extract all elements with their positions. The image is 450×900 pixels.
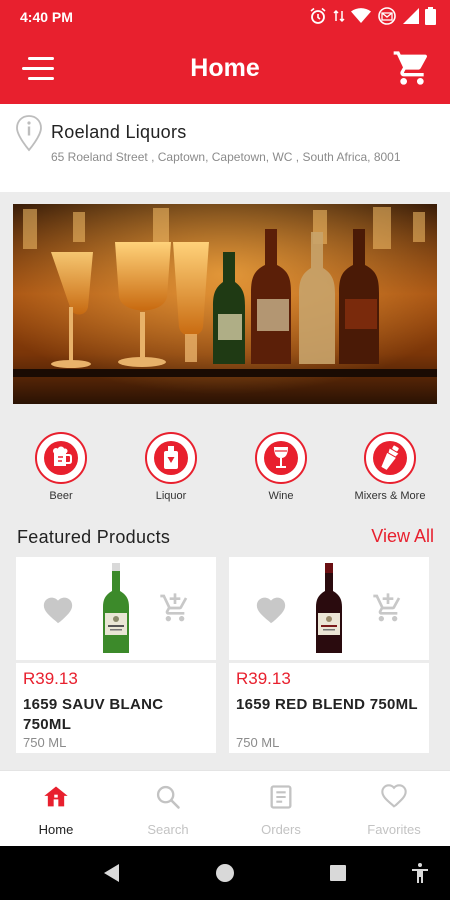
- store-card[interactable]: Roeland Liquors 65 Roeland Street , Capt…: [0, 104, 450, 192]
- wine-bottle-white-image: [103, 563, 129, 653]
- category-liquor[interactable]: Liquor: [121, 432, 221, 502]
- product-image-area: [229, 557, 429, 660]
- product-image-area: [16, 557, 216, 660]
- cart-button[interactable]: [392, 48, 432, 88]
- recents-icon[interactable]: [326, 861, 350, 885]
- nav-label: Home: [38, 822, 74, 837]
- nav-orders[interactable]: Orders: [225, 771, 337, 837]
- heart-icon: [381, 784, 407, 808]
- product-name: 1659 SAUV BLANC 750ML: [23, 696, 164, 733]
- signal-icon: [403, 8, 419, 24]
- back-icon[interactable]: [100, 861, 124, 885]
- nav-label: Favorites: [367, 822, 421, 837]
- search-icon: [156, 785, 180, 809]
- mail-icon: [378, 7, 396, 25]
- alarm-icon: [310, 7, 326, 24]
- accessibility-icon[interactable]: [408, 861, 432, 885]
- product-size: 750 ML: [236, 735, 280, 750]
- wine-glass-icon: [274, 447, 288, 468]
- system-navigation-bar: [0, 846, 450, 900]
- bottom-navigation: Home Search Orders Favorites: [0, 770, 450, 846]
- product-price: R39.13: [23, 669, 78, 688]
- store-address: 65 Roeland Street , Captown, Capetown, W…: [51, 150, 401, 164]
- liquor-bottle-icon: [164, 446, 178, 469]
- add-to-cart-icon[interactable]: [159, 592, 191, 624]
- favorite-heart-icon[interactable]: [41, 593, 75, 625]
- shaker-icon: [381, 445, 399, 470]
- add-to-cart-icon[interactable]: [372, 592, 404, 624]
- category-list: Beer Liquor Wine Mixers & More: [0, 432, 450, 512]
- home-circle-icon[interactable]: [213, 861, 237, 885]
- nav-home[interactable]: Home: [0, 771, 112, 837]
- app-bar: Home: [0, 34, 450, 104]
- data-transfer-icon: [333, 9, 345, 23]
- promo-banner-image: [13, 204, 437, 404]
- beer-icon: [53, 446, 72, 466]
- product-price: R39.13: [236, 669, 291, 688]
- category-beer[interactable]: Beer: [11, 432, 111, 502]
- product-size: 750 ML: [23, 735, 67, 750]
- product-info: R39.13 1659 RED BLEND 750ML 750 ML: [229, 663, 429, 753]
- orders-icon: [270, 785, 292, 809]
- status-time: 4:40 PM: [20, 9, 73, 25]
- category-label: Beer: [49, 490, 73, 502]
- category-label: Mixers & More: [354, 490, 426, 502]
- battery-icon: [425, 7, 436, 25]
- category-mixers[interactable]: Mixers & More: [340, 432, 440, 502]
- product-name: 1659 RED BLEND 750ML: [236, 696, 418, 713]
- wifi-icon: [351, 8, 371, 23]
- cart-icon: [393, 51, 428, 85]
- home-icon: [44, 786, 68, 807]
- featured-products-title: Featured Products: [17, 527, 171, 547]
- category-wine[interactable]: Wine: [231, 432, 331, 502]
- wine-bottle-red-image: [316, 563, 342, 653]
- nav-label: Orders: [261, 822, 301, 837]
- page-title: Home: [190, 54, 260, 82]
- status-icons: [309, 7, 436, 25]
- store-name: Roeland Liquors: [51, 122, 187, 142]
- favorite-heart-icon[interactable]: [254, 593, 288, 625]
- category-label: Wine: [268, 490, 294, 502]
- product-card[interactable]: R39.13 1659 SAUV BLANC 750ML 750 ML: [16, 557, 216, 753]
- info-location-icon: [16, 115, 42, 152]
- status-bar: 4:40 PM: [0, 0, 450, 34]
- product-card[interactable]: R39.13 1659 RED BLEND 750ML 750 ML: [229, 557, 429, 753]
- nav-label: Search: [147, 822, 189, 837]
- view-all-link[interactable]: View All: [371, 526, 434, 547]
- category-label: Liquor: [155, 490, 187, 502]
- nav-favorites[interactable]: Favorites: [338, 771, 450, 837]
- nav-search[interactable]: Search: [112, 771, 224, 837]
- product-info: R39.13 1659 SAUV BLANC 750ML 750 ML: [16, 663, 216, 753]
